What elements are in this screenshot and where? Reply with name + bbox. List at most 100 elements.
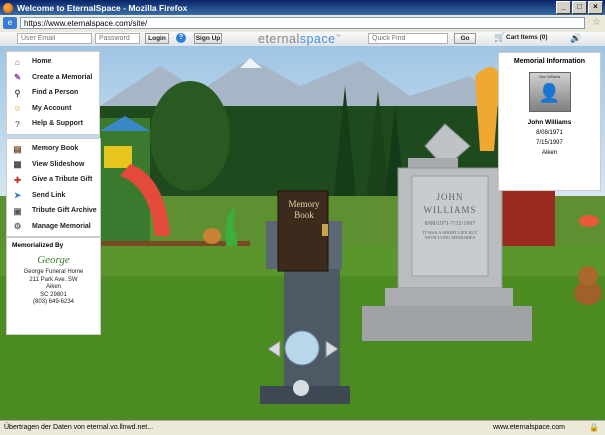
- nav-item-my-account[interactable]: ☺ My Account: [7, 101, 99, 117]
- playground-panel: [104, 146, 132, 168]
- send-icon: ➤: [13, 190, 22, 201]
- headstone-base-upper: [385, 288, 513, 306]
- nav-item-send-link[interactable]: ➤ Send Link: [7, 188, 100, 204]
- maximize-button[interactable]: □: [572, 1, 587, 14]
- address-bar[interactable]: https://www.eternalspace.com/site/: [20, 17, 585, 29]
- memorial-info-panel: Memorial Information John Williams 👤 Joh…: [498, 52, 601, 191]
- book-title-line-1: Memory: [288, 199, 320, 209]
- inscription-dates: 8/08/1971-7/15/1997: [424, 221, 476, 227]
- memorial-place: Aiken: [541, 150, 557, 156]
- question-icon: ?: [14, 118, 21, 129]
- person-icon: ☺: [13, 103, 22, 114]
- home-icon: ⌂: [14, 56, 21, 67]
- cart-icon[interactable]: 🛒: [494, 32, 505, 43]
- crystal-orb[interactable]: [284, 330, 320, 366]
- book-pedestal: [284, 268, 340, 393]
- flower-bed: [579, 215, 599, 227]
- book-title-line-2: Book: [294, 210, 314, 220]
- memorial-nav: ▤ Memory Book ▦ View Slideshow ✚ Give a Tribu…: [6, 138, 101, 237]
- nav-item-give-a-tribute-gift[interactable]: ✚ Give a Tribute Gift: [7, 172, 100, 188]
- funeral-home-address: George Funeral Home 211 Park Ave. SW Aiken…: [7, 269, 100, 307]
- pencil-icon: ✎: [13, 72, 22, 83]
- gear-icon: ⚙: [13, 221, 22, 232]
- nav-item-label: Manage Memorial: [32, 222, 91, 230]
- magnifier-icon: ⚲: [14, 87, 21, 98]
- death-date: 7/15/1997: [536, 140, 563, 146]
- gift-icon: ✚: [13, 174, 22, 185]
- book-clasp: [322, 224, 328, 236]
- nav-item-tribute-gift-archive[interactable]: ▣ Tribute Gift Archive: [7, 203, 100, 219]
- nav-item-label: Help & Support: [32, 120, 83, 128]
- nav-item-label: Home: [32, 58, 52, 66]
- memorial-name: John Williams: [527, 119, 572, 126]
- user-email-input[interactable]: [17, 33, 92, 44]
- login-button[interactable]: Login: [145, 33, 169, 44]
- nav-item-create-a-memorial[interactable]: ✎ Create a Memorial: [7, 70, 99, 86]
- nav-item-find-a-person[interactable]: ⚲ Find a Person: [7, 85, 99, 101]
- site-identity-icon[interactable]: e: [3, 17, 17, 29]
- status-host: www.eternalspace.com: [493, 424, 565, 431]
- headstone-base-lower: [362, 306, 532, 341]
- cart-items-link[interactable]: Cart Items (0): [506, 34, 548, 41]
- photo-caption: John Williams: [538, 75, 561, 79]
- memorialized-by-panel: Memorialized By George George Funeral Ho…: [6, 237, 101, 335]
- status-bar: Übertragen der Daten von eternal.vo.llnw…: [0, 420, 605, 435]
- site-header: Login ? Sign Up eternalspace™ Go 🛒 Cart …: [0, 32, 605, 47]
- nav-item-manage-memorial[interactable]: ⚙ Manage Memorial: [7, 219, 100, 235]
- password-input[interactable]: [95, 33, 140, 44]
- inscription-epitaph-2: WITH LONG MEMORIES: [424, 235, 476, 240]
- memorial-scene: Memory Book JOHN WILLIAMS 8/08/1971-7/15…: [0, 46, 605, 420]
- nav-item-label: Memory Book: [32, 145, 79, 153]
- nav-item-label: Create a Memorial: [32, 73, 93, 81]
- minimize-button[interactable]: _: [556, 1, 571, 14]
- logo-accent: space: [299, 32, 336, 46]
- help-icon[interactable]: ?: [176, 33, 186, 43]
- inscription-first-name: JOHN: [436, 192, 464, 202]
- birth-date: 8/08/1971: [536, 130, 563, 136]
- person-icon: 👤: [538, 83, 561, 103]
- window-title: Welcome to EternalSpace - Mozilla Firefo…: [17, 2, 188, 13]
- firefox-icon: [3, 2, 13, 13]
- nav-item-label: Send Link: [32, 191, 66, 199]
- portrait-photo[interactable]: John Williams 👤: [528, 72, 571, 112]
- nav-item-memory-book[interactable]: ▤ Memory Book: [7, 141, 100, 157]
- nav-item-label: Find a Person: [32, 89, 79, 97]
- archive-icon: ▣: [13, 205, 22, 216]
- logo-trademark: ™: [335, 33, 342, 40]
- tree: [150, 81, 230, 191]
- nav-item-help-support[interactable]: ? Help & Support: [7, 116, 99, 132]
- address-line: George Funeral Home: [23, 269, 84, 275]
- address-line: (803) 649-6234: [32, 299, 75, 305]
- address-line: SC 29801: [40, 291, 67, 298]
- logo-prefix: eternal: [258, 32, 300, 46]
- inscription-last-name: WILLIAMS: [423, 205, 477, 215]
- nav-item-label: Give a Tribute Gift: [32, 176, 93, 184]
- book-icon: ▤: [13, 143, 22, 154]
- address-line: Aiken: [45, 284, 61, 290]
- close-button[interactable]: ×: [588, 1, 603, 14]
- status-text: Übertragen der Daten von eternal.vo.llnw…: [4, 424, 154, 431]
- nav-item-home[interactable]: ⌂ Home: [7, 54, 99, 70]
- padlock-icon[interactable]: 🔒: [589, 421, 599, 435]
- speaker-icon[interactable]: 🔊: [570, 33, 581, 44]
- address-line: 211 Park Ave. SW: [29, 276, 78, 283]
- toy-horse: [203, 228, 221, 244]
- quick-find-input[interactable]: [368, 33, 448, 44]
- memory-book-title[interactable]: Memory Book: [280, 199, 328, 221]
- nav-item-view-slideshow[interactable]: ▦ View Slideshow: [7, 157, 100, 173]
- site-logo[interactable]: eternalspace™: [258, 32, 341, 46]
- nav-item-label: Tribute Gift Archive: [32, 207, 97, 215]
- nav-item-label: View Slideshow: [32, 160, 85, 168]
- sign-up-button[interactable]: Sign Up: [194, 33, 222, 44]
- headstone-inscription: JOHN WILLIAMS 8/08/1971-7/15/1997 IT WAS…: [412, 192, 488, 240]
- main-nav: ⌂ Home ✎ Create a Memorial ⚲ Find a Person ☺ My…: [6, 51, 100, 135]
- teddy-bear-head: [578, 266, 598, 286]
- funeral-home-logo[interactable]: George: [7, 254, 100, 266]
- headstone-cap: [408, 158, 458, 168]
- memorialized-by-header: Memorialized By: [12, 242, 64, 249]
- go-button[interactable]: Go: [454, 33, 476, 44]
- window-titlebar: Welcome to EternalSpace - Mozilla Firefo…: [0, 0, 605, 15]
- memorial-info-header: Memorial Information: [513, 58, 586, 65]
- film-icon: ▦: [13, 159, 22, 170]
- bookmark-star-icon[interactable]: ☆: [592, 17, 601, 28]
